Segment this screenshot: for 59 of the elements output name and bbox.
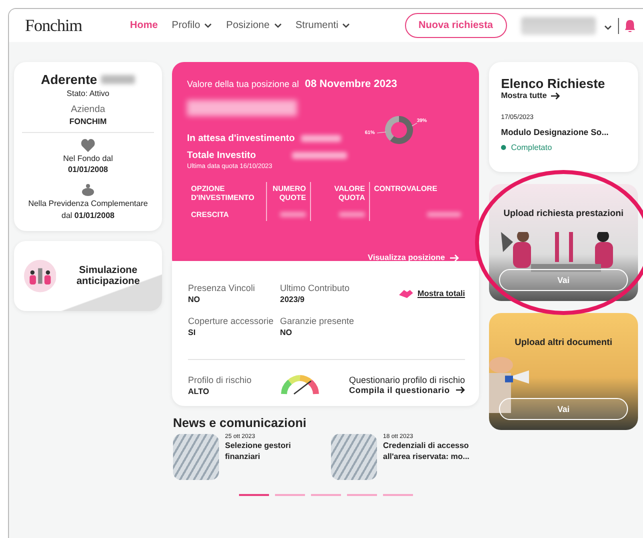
- nav-item[interactable]: Home: [130, 20, 158, 31]
- arrow-right-icon: [456, 386, 465, 394]
- redacted-invested-value: [292, 152, 347, 159]
- questionnaire-link[interactable]: Compila il questionario: [348, 385, 465, 395]
- field-label: Coperture accessorie: [188, 316, 275, 326]
- upload-title: Upload richiesta prestazioni: [503, 208, 624, 218]
- view-position-link[interactable]: Visualizza posizione: [362, 252, 465, 263]
- position-date: 08 Novembre 2023: [304, 78, 398, 90]
- member-title: Aderente: [40, 72, 98, 87]
- leader-line: [412, 122, 418, 126]
- news-title: News e comunicazioni: [173, 416, 308, 430]
- field-value: SI: [188, 328, 197, 337]
- nav-item[interactable]: Posizione: [226, 20, 282, 31]
- field-value: NO: [280, 328, 293, 337]
- bell-icon[interactable]: [625, 20, 635, 32]
- chevron-down-icon: [604, 24, 612, 30]
- requests-title: Elenco Richieste: [501, 76, 606, 91]
- arrow-right-icon: [550, 92, 560, 100]
- photo-placeholder: [331, 434, 377, 480]
- fund-since-label: Nel Fondo dal: [63, 154, 113, 163]
- gauge-icon: [280, 374, 320, 396]
- go-button[interactable]: Vai: [499, 398, 628, 420]
- request-title[interactable]: Modulo Designazione So...: [501, 127, 626, 137]
- member-status: Stato: Attivo: [66, 89, 110, 98]
- redacted-member-id: [101, 75, 136, 84]
- photo-placeholder: [173, 434, 219, 480]
- invested-label: Totale Investito: [187, 150, 256, 161]
- show-all-link[interactable]: Mostra tutte: [501, 91, 560, 100]
- pension-since-text: Nella Previdenza Complementare dal 01/01/2008: [27, 198, 149, 222]
- simulation-card[interactable]: Simulazione anticipazione: [14, 241, 162, 312]
- questionnaire-label: Questionario profilo di rischio: [348, 375, 465, 385]
- company-name: FONCHIM: [69, 117, 107, 126]
- field-label: Garanzie presente: [280, 316, 356, 326]
- risk-value: ALTO: [188, 386, 210, 396]
- redacted-pending-value: [300, 134, 341, 142]
- redacted-value: [339, 212, 365, 217]
- position-title: Valore della tua posizione al: [187, 79, 299, 89]
- nav-item[interactable]: Profilo: [172, 20, 212, 31]
- fund-since-date: 01/01/2008: [68, 165, 108, 174]
- risk-label: Profilo di rischio: [188, 374, 252, 384]
- field-label: Presenza Vincoli: [188, 283, 256, 293]
- request-status: Completato: [511, 143, 552, 152]
- redacted-value: [427, 212, 461, 217]
- logo[interactable]: Fonchim: [25, 16, 130, 36]
- news-headline[interactable]: Selezione gestori finanziari: [225, 440, 321, 462]
- person-with-megaphone-drawing: [489, 357, 529, 413]
- pending-label: In attesa d'investimento: [187, 132, 295, 144]
- nav-item[interactable]: Strumenti: [296, 20, 350, 31]
- new-request-button[interactable]: Nuova richiesta: [404, 13, 507, 38]
- news-headline[interactable]: Credenziali di accesso all'area riservata: mo...: [383, 440, 479, 462]
- leader-line: [376, 132, 386, 134]
- field-label: Ultimo Contributo: [280, 283, 351, 293]
- redacted-value: [280, 212, 306, 217]
- show-totals-link[interactable]: Mostra totali: [399, 289, 465, 298]
- simulation-title: Simulazione anticipazione: [76, 265, 141, 288]
- company-label: Azienda: [70, 104, 106, 115]
- upload-title: Upload altri documenti: [514, 337, 612, 347]
- field-value: NO: [188, 295, 201, 304]
- field-value: 2023/9: [280, 295, 306, 304]
